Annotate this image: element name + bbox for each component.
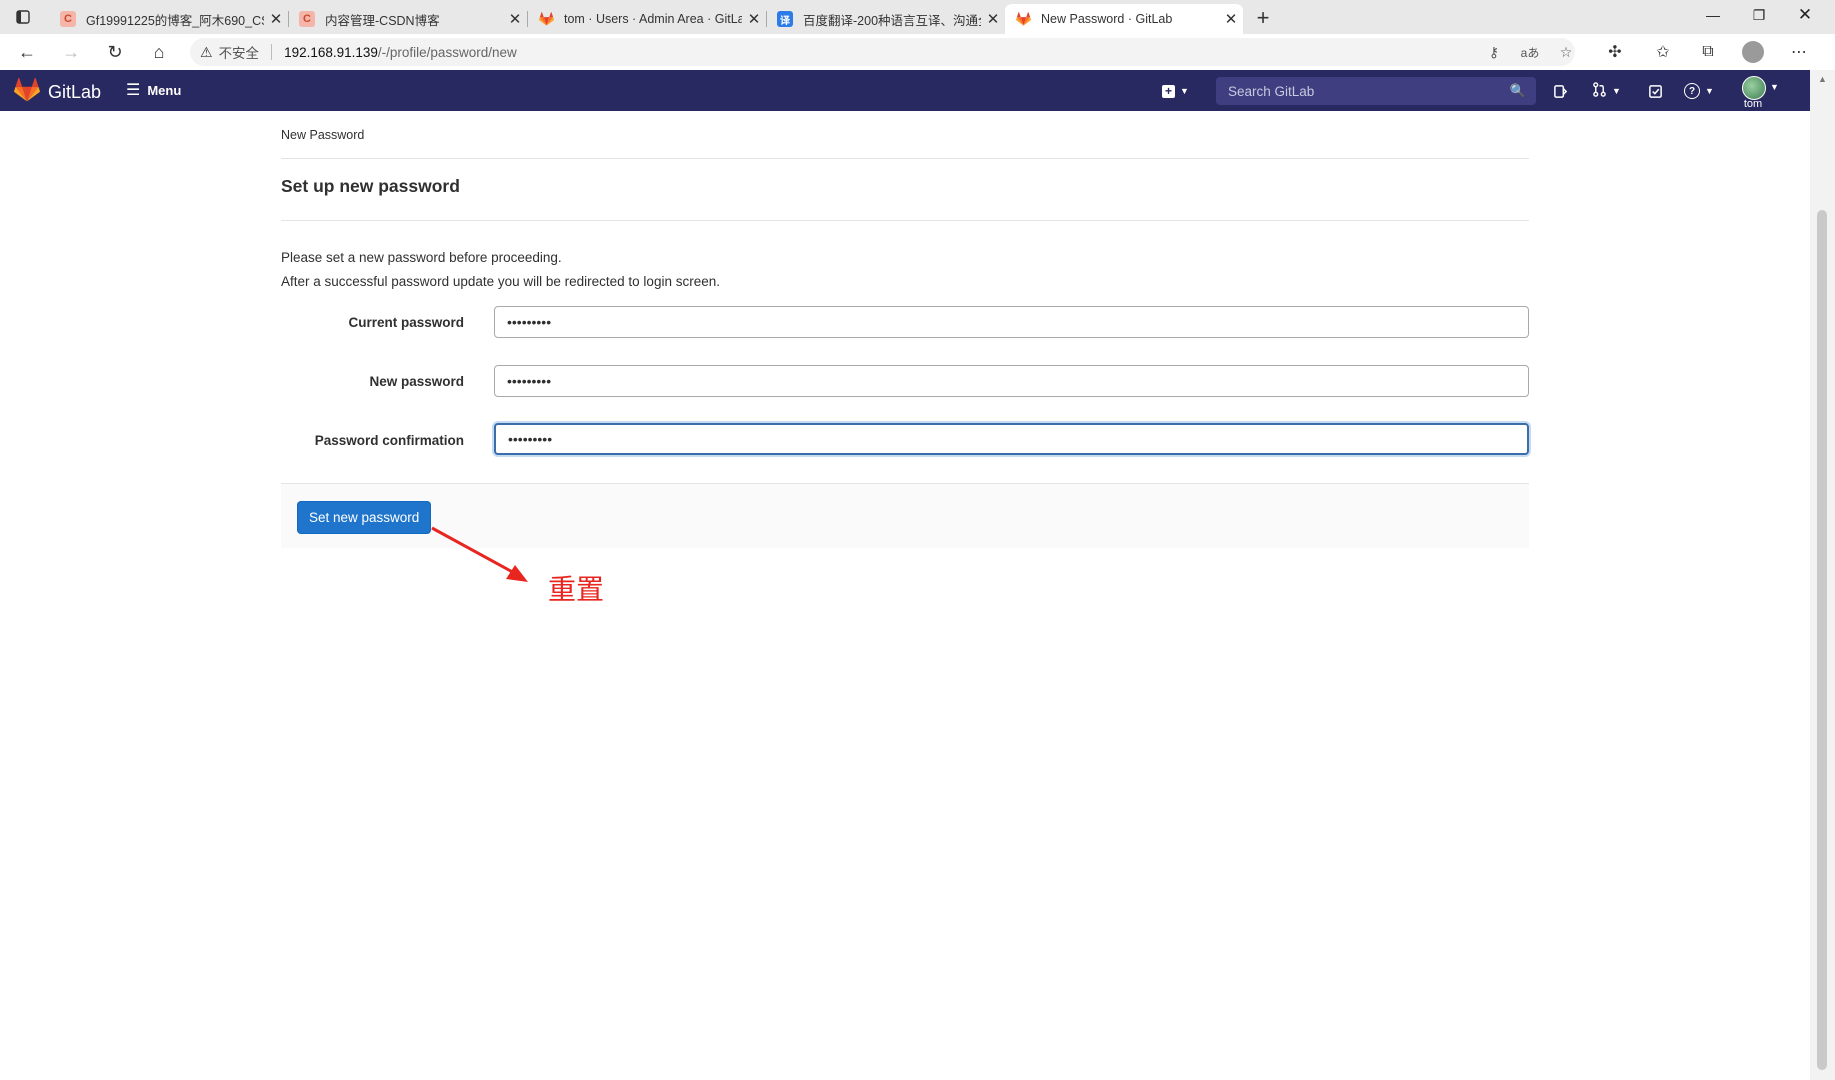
- search-box[interactable]: 🔍: [1216, 77, 1536, 105]
- annotation-label: 重置: [548, 573, 605, 606]
- profile-icon[interactable]: [1737, 38, 1769, 66]
- avatar-username: tom: [1743, 98, 1763, 110]
- annotation-arrow: [431, 526, 528, 582]
- page-title: Set up new password: [281, 176, 460, 196]
- url-host: 192.168.91.139: [284, 44, 378, 60]
- gitlab-icon: [1015, 11, 1031, 27]
- key-icon[interactable]: ⚷: [1480, 38, 1508, 66]
- favorites-icon[interactable]: ✩: [1647, 38, 1679, 66]
- close-icon[interactable]: ✕: [264, 10, 288, 28]
- home-icon[interactable]: ⌂: [144, 38, 174, 66]
- password-confirmation-input[interactable]: [494, 423, 1529, 455]
- help-dropdown[interactable]: ? ▼: [1684, 80, 1714, 102]
- page-scrollbar[interactable]: ▲: [1810, 70, 1835, 1080]
- todos-icon[interactable]: [1648, 80, 1663, 102]
- user-menu[interactable]: ▼ tom: [1740, 76, 1779, 110]
- chevron-down-icon: ▼: [1705, 86, 1714, 96]
- window-close-icon[interactable]: ✕: [1782, 0, 1828, 30]
- csdn-icon: C: [299, 11, 315, 27]
- close-icon[interactable]: ✕: [503, 10, 527, 28]
- intro-text: Please set a new password before proceed…: [281, 250, 562, 265]
- browser-tab[interactable]: tom · Users · Admin Area · GitLab ✕: [528, 4, 767, 34]
- browser-tab[interactable]: C 内容管理-CSDN博客 ✕: [289, 4, 528, 34]
- csdn-icon: C: [60, 11, 76, 27]
- tab-title: 百度翻译-200种语言互译、沟通全世界: [803, 13, 981, 28]
- avatar: [1742, 76, 1766, 100]
- back-icon[interactable]: ←: [12, 38, 42, 66]
- gitlab-icon: [538, 11, 554, 27]
- divider: [281, 158, 1529, 159]
- browser-tab[interactable]: C Gf19991225的博客_阿木690_CSDN博客 ✕: [50, 4, 289, 34]
- baidu-translate-icon: 译: [777, 11, 793, 27]
- help-icon: ?: [1684, 83, 1700, 99]
- warning-icon: ⚠: [200, 43, 213, 60]
- read-aloud-icon[interactable]: aあ: [1516, 38, 1544, 66]
- forward-icon[interactable]: →: [56, 38, 86, 66]
- set-new-password-button[interactable]: Set new password: [297, 501, 432, 534]
- restore-icon[interactable]: ❐: [1736, 0, 1782, 30]
- new-password-label: New password: [369, 374, 464, 389]
- browser-tab-strip: C Gf19991225的博客_阿木690_CSDN博客 ✕ C 内容管理-CS…: [0, 0, 1835, 34]
- create-new-dropdown[interactable]: + ▼: [1162, 80, 1189, 102]
- merge-request-icon: [1592, 82, 1607, 100]
- search-input[interactable]: [1226, 82, 1510, 100]
- address-bar[interactable]: ⚠ 不安全 192.168.91.139/-/profile/password/…: [190, 38, 1575, 66]
- tab-actions-icon[interactable]: [14, 8, 32, 26]
- gitlab-logo-icon: [14, 77, 40, 107]
- favorite-add-icon[interactable]: ☆: [1552, 38, 1580, 66]
- menu-label: Menu: [147, 82, 182, 98]
- gitlab-header: GitLab ☰ Menu + ▼ 🔍 ▼ ? ▼ ▼ tom: [0, 70, 1810, 111]
- close-icon[interactable]: ✕: [1219, 10, 1243, 28]
- gitlab-home-link[interactable]: GitLab: [14, 77, 102, 107]
- divider: [281, 220, 1529, 221]
- hamburger-icon: ☰: [126, 82, 141, 99]
- collections-icon[interactable]: ⧉: [1692, 38, 1724, 66]
- plus-square-icon: +: [1162, 84, 1175, 98]
- close-icon[interactable]: ✕: [742, 10, 766, 28]
- minimize-icon[interactable]: —: [1690, 0, 1736, 30]
- tab-title: tom · Users · Admin Area · GitLab: [564, 12, 742, 26]
- insecure-label: 不安全: [218, 46, 260, 61]
- close-icon[interactable]: ✕: [981, 10, 1005, 28]
- menu-button[interactable]: ☰ Menu: [126, 80, 181, 100]
- current-password-label: Current password: [348, 315, 464, 330]
- browser-tab[interactable]: 译 百度翻译-200种语言互译、沟通全世界 ✕: [767, 4, 1005, 34]
- url-path: /-/profile/password/new: [377, 44, 517, 60]
- search-icon: 🔍: [1509, 83, 1526, 98]
- new-tab-button[interactable]: +: [1249, 4, 1277, 32]
- chevron-down-icon: ▼: [1180, 86, 1189, 96]
- extensions-icon[interactable]: ✣: [1599, 38, 1631, 66]
- issues-icon[interactable]: [1553, 80, 1568, 102]
- chevron-down-icon: ▼: [1612, 86, 1621, 96]
- browser-tab-active[interactable]: New Password · GitLab ✕: [1005, 4, 1243, 34]
- scrollbar-thumb[interactable]: [1817, 210, 1827, 1070]
- intro-text: After a successful password update you w…: [281, 274, 720, 289]
- browser-toolbar: ← → ↻ ⌂ ⚠ 不安全 192.168.91.139/-/profile/p…: [0, 34, 1835, 71]
- more-icon[interactable]: ⋯: [1783, 38, 1815, 66]
- chevron-down-icon: ▼: [1770, 82, 1779, 92]
- scroll-up-icon[interactable]: ▲: [1810, 70, 1835, 88]
- tab-title: 内容管理-CSDN博客: [325, 13, 440, 28]
- merge-requests-dropdown[interactable]: ▼: [1592, 80, 1621, 102]
- breadcrumb[interactable]: New Password: [281, 128, 364, 142]
- refresh-icon[interactable]: ↻: [100, 38, 130, 66]
- password-confirmation-label: Password confirmation: [314, 433, 464, 448]
- tab-title: New Password · GitLab: [1041, 12, 1173, 26]
- current-password-input[interactable]: [494, 306, 1529, 338]
- gitlab-brand: GitLab: [48, 82, 102, 102]
- new-password-input[interactable]: [494, 365, 1529, 397]
- tab-title: Gf19991225的博客_阿木690_CSDN博客: [86, 13, 264, 28]
